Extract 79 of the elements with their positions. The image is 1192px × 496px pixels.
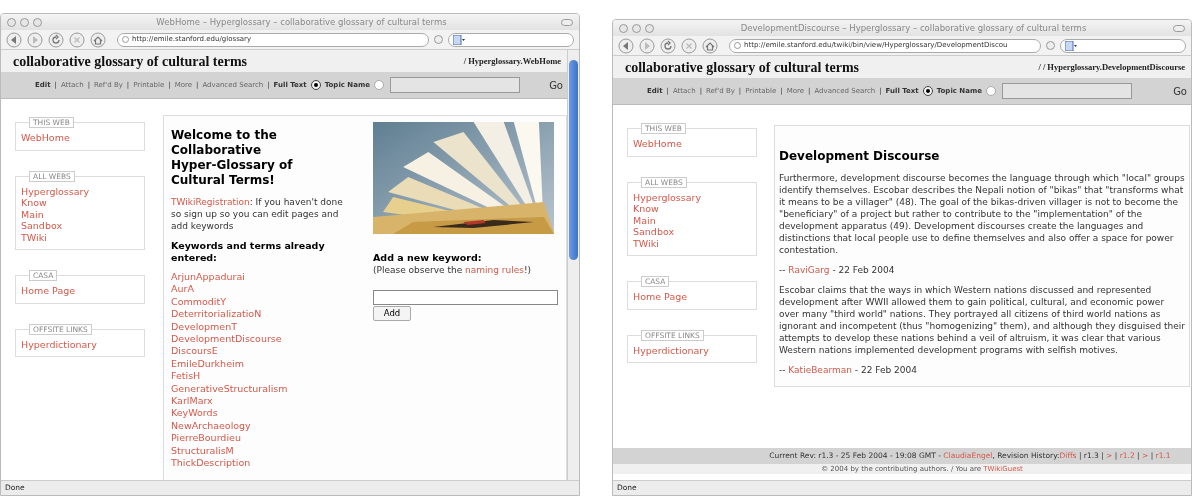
search-engine-icon[interactable] <box>453 34 465 45</box>
add-button[interactable]: Add <box>373 306 411 321</box>
home-icon[interactable] <box>90 31 106 48</box>
keyword-link[interactable]: DiscoursE <box>171 345 353 358</box>
home-icon[interactable] <box>702 37 718 54</box>
keyword-link[interactable]: AurA <box>171 283 353 296</box>
reload-icon[interactable] <box>660 37 676 54</box>
sidebar-link[interactable]: Hyperglossary <box>633 191 751 203</box>
keyword-link[interactable]: DevelopmentDiscourse <box>171 333 353 346</box>
post-signature: -- KatieBearman - 22 Feb 2004 <box>779 364 918 376</box>
sidebar-link[interactable]: Know <box>633 203 751 215</box>
toolbar-toggle-icon[interactable] <box>1173 24 1185 32</box>
keyword-link[interactable]: GenerativeStructuralism <box>171 382 353 396</box>
page-heading: Welcome to the Collaborative Hyper-Glossary of Cultural Terms! <box>171 128 294 188</box>
keyword-link[interactable]: DevelopmenT <box>171 320 353 334</box>
keyword-link[interactable]: FetisH <box>171 370 353 383</box>
post-signature: -- RaviGarg - 22 Feb 2004 <box>779 264 896 276</box>
registration-text: TWikiRegistration: If you haven't done so sign up so you can edit pages and add keywords <box>171 196 344 232</box>
site-title: collaborative glossary of cultural terms <box>13 52 248 71</box>
topic-search-field[interactable] <box>1002 83 1132 99</box>
back-icon[interactable] <box>6 31 22 48</box>
search-option-radio[interactable] <box>986 86 996 96</box>
forward-icon[interactable] <box>27 31 43 48</box>
sidebar-link[interactable]: Home Page <box>21 285 139 297</box>
sidebar-link[interactable]: Main <box>21 208 139 220</box>
keyword-link[interactable]: EmileDurkheim <box>171 357 353 371</box>
keyword-link[interactable]: NewArchaeology <box>171 419 353 433</box>
web-search-field[interactable] <box>1060 38 1186 53</box>
link[interactable]: RaviGarg <box>788 265 830 275</box>
sidebar-link[interactable]: Hyperdictionary <box>21 338 139 350</box>
keyword-link[interactable]: DeterritorializatioN <box>171 308 353 321</box>
link[interactable]: naming rules <box>465 265 524 275</box>
search-option-radio[interactable] <box>374 80 384 90</box>
sidebar-link[interactable]: Sandbox <box>21 220 139 232</box>
toolbar-toggle-icon[interactable] <box>561 18 573 26</box>
add-keyword-heading: Add a new keyword: <box>373 252 483 264</box>
keyword-link[interactable]: PierreBourdieu <box>171 432 353 445</box>
site-title: collaborative glossary of cultural terms <box>625 58 860 77</box>
sidebar-link[interactable]: WebHome <box>21 132 139 144</box>
keyword-input[interactable] <box>373 290 558 305</box>
sidebar-link[interactable]: TWiki <box>633 237 751 249</box>
go-button[interactable]: Go <box>1173 83 1187 99</box>
sidebar-link[interactable]: Hyperglossary <box>21 185 139 197</box>
search-option-radio[interactable] <box>922 86 933 96</box>
web-search-field[interactable] <box>448 32 574 47</box>
forward-icon[interactable] <box>639 37 655 54</box>
search-engine-icon[interactable] <box>1065 40 1077 51</box>
reload-icon[interactable] <box>48 31 64 48</box>
page-heading: Development Discourse <box>779 149 941 164</box>
stop-icon[interactable] <box>69 31 85 48</box>
stop-icon[interactable] <box>681 37 697 54</box>
sidebar-link[interactable]: Home Page <box>633 291 751 303</box>
search-option-radio[interactable] <box>310 80 321 90</box>
go-button[interactable]: Go <box>549 77 563 93</box>
naming-note: (Please observe the naming rules!) <box>373 264 533 276</box>
keyword-link[interactable]: KeyWords <box>171 407 353 420</box>
link[interactable]: TWikiRegistration <box>171 197 250 207</box>
sidebar-link[interactable]: Main <box>633 214 751 226</box>
link[interactable]: KatieBearman <box>788 365 852 375</box>
keyword-link[interactable]: StructuralisM <box>171 444 353 458</box>
breadcrumb[interactable]: / Hyperglossary.WebHome <box>463 54 561 68</box>
post-text: Furthermore, development discourse becomes the language through which "local" groups identify themselves. Escobar describes the Nepali notion of "bikas" that "transforms what it means to be a villager" (48). The goal of the bikas-driven villager is not to become the "beneficiary" of a project but rather to contribute to the "implementation" of the development apparatus (49). Development discourses create the languages and distinctions that local people use to define themselves and also offer a space for power contestation. <box>779 172 1185 256</box>
back-icon[interactable] <box>618 37 634 54</box>
sidebar-link[interactable]: WebHome <box>633 138 751 150</box>
sidebar-link[interactable]: Know <box>21 197 139 209</box>
keyword-link[interactable]: KarlMarx <box>171 395 353 408</box>
sidebar-link[interactable]: Hyperdictionary <box>633 344 751 356</box>
window-title: WebHome – Hyperglossary – collaborative glossary of cultural terms <box>155 15 448 29</box>
scrollbar[interactable] <box>567 50 579 480</box>
sidebar-link[interactable]: Sandbox <box>633 226 751 238</box>
topic-search-field[interactable] <box>390 77 520 93</box>
keywords-heading: Keywords and terms already entered: <box>171 240 326 264</box>
sidebar-link[interactable]: TWiki <box>21 231 139 243</box>
breadcrumb[interactable]: / / Hyperglossary.DevelopmentDiscourse <box>1038 60 1185 74</box>
post-text: Escobar claims that the ways in which Western nations discussed and represented development after WWII allowed them to gain political, cultural, and economic power over many "third world" nations. They portrayed all citizens of third world nations as ignorant and incompetent (thus "homogenizing" them), and although they disguised their attempts to develop these nations behind a veil of altruism, it was clear that various Western nations implemented development programs with selfish motives. <box>779 284 1185 356</box>
keyword-link[interactable]: ArjunAppadurai <box>171 271 353 284</box>
keyword-link[interactable]: ThickDescription <box>171 457 353 470</box>
window-title: DevelopmentDiscourse – Hyperglossary – collaborative glossary of cultural terms <box>739 21 1088 35</box>
keyword-link[interactable]: CommoditY <box>171 295 353 309</box>
